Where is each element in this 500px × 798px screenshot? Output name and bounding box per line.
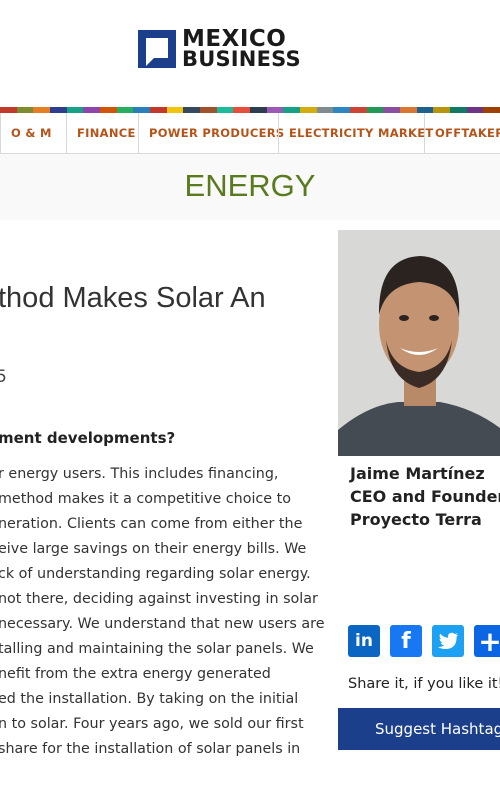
article-title: thod Makes Solar An — [0, 282, 266, 314]
body-line: method makes it a competitive choice to — [0, 491, 291, 507]
logo-text-line2: BUSINESS — [182, 47, 301, 71]
nav-item-power-producers[interactable]: POWER PRODUCERS — [138, 113, 284, 153]
category-nav: O & M FINANCE POWER PRODUCERS ELECTRICIT… — [0, 113, 500, 154]
profile-info: Jaime Martínez CEO and Founder Proyecto … — [350, 462, 500, 531]
site-logo[interactable]: MEXICO BUSINESS — [138, 26, 301, 71]
share-icons: in f + — [348, 625, 500, 658]
suggest-hashtag-button[interactable]: Suggest Hashtag — [338, 708, 500, 750]
nav-item-offtakers[interactable]: OFFTAKERS — [424, 113, 500, 153]
profile-role: CEO and Founder — [350, 487, 500, 506]
section-title: ENERGY — [184, 168, 316, 203]
body-line: neration. Clients can come from either t… — [0, 516, 303, 532]
interview-question: ment developments? — [0, 429, 176, 447]
nav-item-finance[interactable]: FINANCE — [66, 113, 138, 153]
body-line: n to solar. Four years ago, we sold our … — [0, 716, 304, 732]
logo-mark-icon — [138, 30, 176, 68]
facebook-icon[interactable]: f — [390, 625, 422, 657]
body-line: necessary. We understand that new users … — [0, 616, 325, 632]
article-body: r energy users. This includes financing,… — [0, 462, 328, 762]
profile-photo — [338, 230, 500, 456]
nav-item-electricity-market[interactable]: ELECTRICITY MARKET — [278, 113, 433, 153]
nav-item-o-and-m[interactable]: O & M — [0, 113, 66, 153]
logo-text-line1: MEXICO — [182, 26, 287, 52]
profile-company: Proyecto Terra — [350, 510, 482, 529]
article-date: 5 — [0, 367, 7, 387]
body-line: talling and maintaining the solar panels… — [0, 641, 314, 657]
body-line: r energy users. This includes financing, — [0, 466, 279, 482]
profile-name: Jaime Martínez — [350, 464, 485, 483]
body-line: eive large savings on their energy bills… — [0, 541, 307, 557]
body-line: not there, deciding against investing in… — [0, 591, 318, 607]
body-line: ed the installation. By taking on the in… — [0, 691, 299, 707]
site-header: MEXICO BUSINESS — [0, 0, 500, 107]
body-line: ck of understanding regarding solar ener… — [0, 566, 311, 582]
add-share-icon[interactable]: + — [474, 625, 500, 658]
linkedin-icon[interactable]: in — [348, 625, 380, 657]
body-line: nefit from the extra energy generated — [0, 666, 271, 682]
share-text: Share it, if you like it! — [348, 676, 500, 692]
body-line: share for the installation of solar pane… — [0, 741, 301, 757]
twitter-icon[interactable] — [432, 625, 464, 657]
